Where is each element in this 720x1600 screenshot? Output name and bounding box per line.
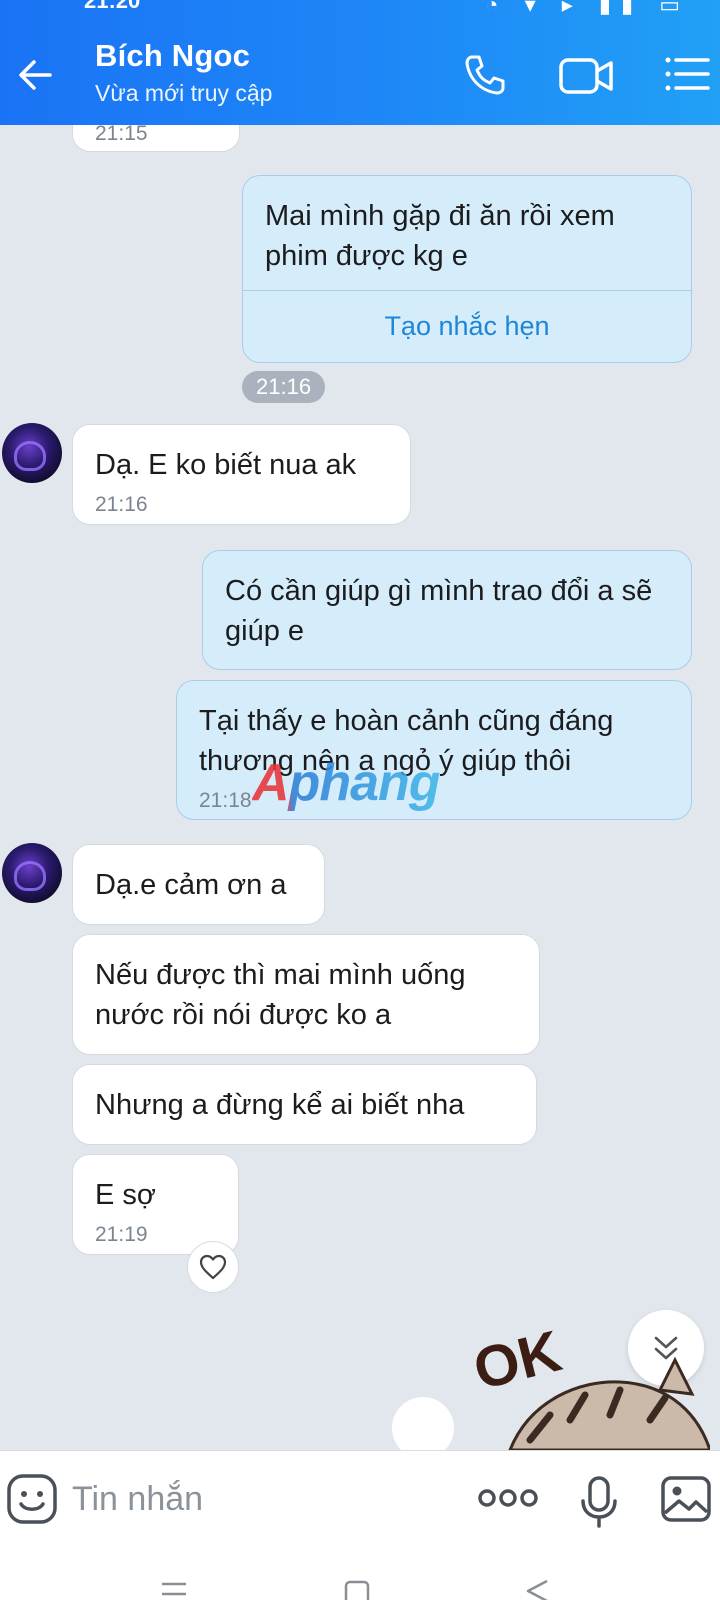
message-text: Mai mình gặp đi ăn rồi xem phim được kg … <box>265 200 615 272</box>
create-reminder-link[interactable]: Tạo nhắc hẹn <box>265 291 669 343</box>
message-bubble-incoming[interactable]: Dạ.e cảm ơn a <box>72 844 325 925</box>
watermark-logo: Aphang <box>252 754 441 812</box>
back-arrow-icon[interactable] <box>14 54 56 96</box>
microphone-icon[interactable] <box>578 1475 620 1529</box>
message-text: Có cần giúp gì mình trao đổi a sẽ giúp e <box>225 575 653 647</box>
system-navigation-bar <box>0 1550 720 1600</box>
video-call-icon[interactable] <box>558 54 616 98</box>
message-composer <box>0 1450 720 1550</box>
recents-icon[interactable] <box>160 1580 188 1600</box>
message-text: Nếu được thì mai mình uống nước rồi nói … <box>95 959 466 1031</box>
back-triangle-icon[interactable] <box>524 1578 550 1600</box>
contact-info[interactable]: Bích Ngoc Vừa mới truy cập <box>95 38 272 107</box>
message-text: Dạ.e cảm ơn a <box>95 869 287 901</box>
message-text: E sợ <box>95 1179 156 1211</box>
message-bubble-incoming[interactable]: Nếu được thì mai mình uống nước rồi nói … <box>72 934 540 1055</box>
status-icons: ◔ ▾ ▸ ▮▮ ▭ <box>485 0 690 17</box>
ok-cat-sticker[interactable]: OK <box>470 1320 710 1450</box>
collapsed-bubble-edge <box>392 1397 454 1450</box>
message-list[interactable]: 21:15 Mai mình gặp đi ăn rồi xem phim đư… <box>0 125 720 1450</box>
message-input[interactable] <box>72 1473 452 1525</box>
image-gallery-icon[interactable] <box>660 1475 712 1523</box>
phone-call-icon[interactable] <box>462 52 508 98</box>
emoji-icon[interactable] <box>6 1473 58 1525</box>
message-bubble-incoming[interactable]: Dạ. E ko biết nua ak 21:16 <box>72 424 411 525</box>
message-text: Nhưng a đừng kể ai biết nha <box>95 1089 465 1121</box>
status-bar: 21:20 ◔ ▾ ▸ ▮▮ ▭ <box>0 0 720 22</box>
more-options-icon[interactable] <box>478 1483 538 1513</box>
message-bubble-incoming[interactable]: Nhưng a đừng kể ai biết nha <box>72 1064 537 1145</box>
chat-header: 21:20 ◔ ▾ ▸ ▮▮ ▭ Bích Ngoc Vừa mới truy … <box>0 0 720 125</box>
home-icon[interactable] <box>343 1580 371 1600</box>
status-time: 21:20 <box>84 0 141 13</box>
message-time: 21:15 <box>95 125 148 145</box>
message-bubble-outgoing[interactable]: Mai mình gặp đi ăn rồi xem phim được kg … <box>242 175 692 363</box>
list-menu-icon[interactable] <box>664 54 710 94</box>
heart-icon <box>199 1254 227 1280</box>
message-bubble-incoming[interactable]: E sợ 21:19 <box>72 1154 239 1255</box>
message-time: 21:16 <box>95 493 148 516</box>
contact-status: Vừa mới truy cập <box>95 80 273 106</box>
contact-name: Bích Ngoc <box>95 38 251 73</box>
message-text: Dạ. E ko biết nua ak <box>95 449 357 481</box>
message-bubble-incoming[interactable]: 21:15 <box>72 125 240 152</box>
time-divider: 21:16 <box>242 371 326 403</box>
contact-avatar[interactable] <box>2 843 62 903</box>
contact-avatar[interactable] <box>2 423 62 483</box>
message-bubble-outgoing[interactable]: Có cần giúp gì mình trao đổi a sẽ giúp e <box>202 550 692 670</box>
react-heart-button[interactable] <box>187 1241 239 1293</box>
sticker-text: OK <box>470 1320 568 1402</box>
